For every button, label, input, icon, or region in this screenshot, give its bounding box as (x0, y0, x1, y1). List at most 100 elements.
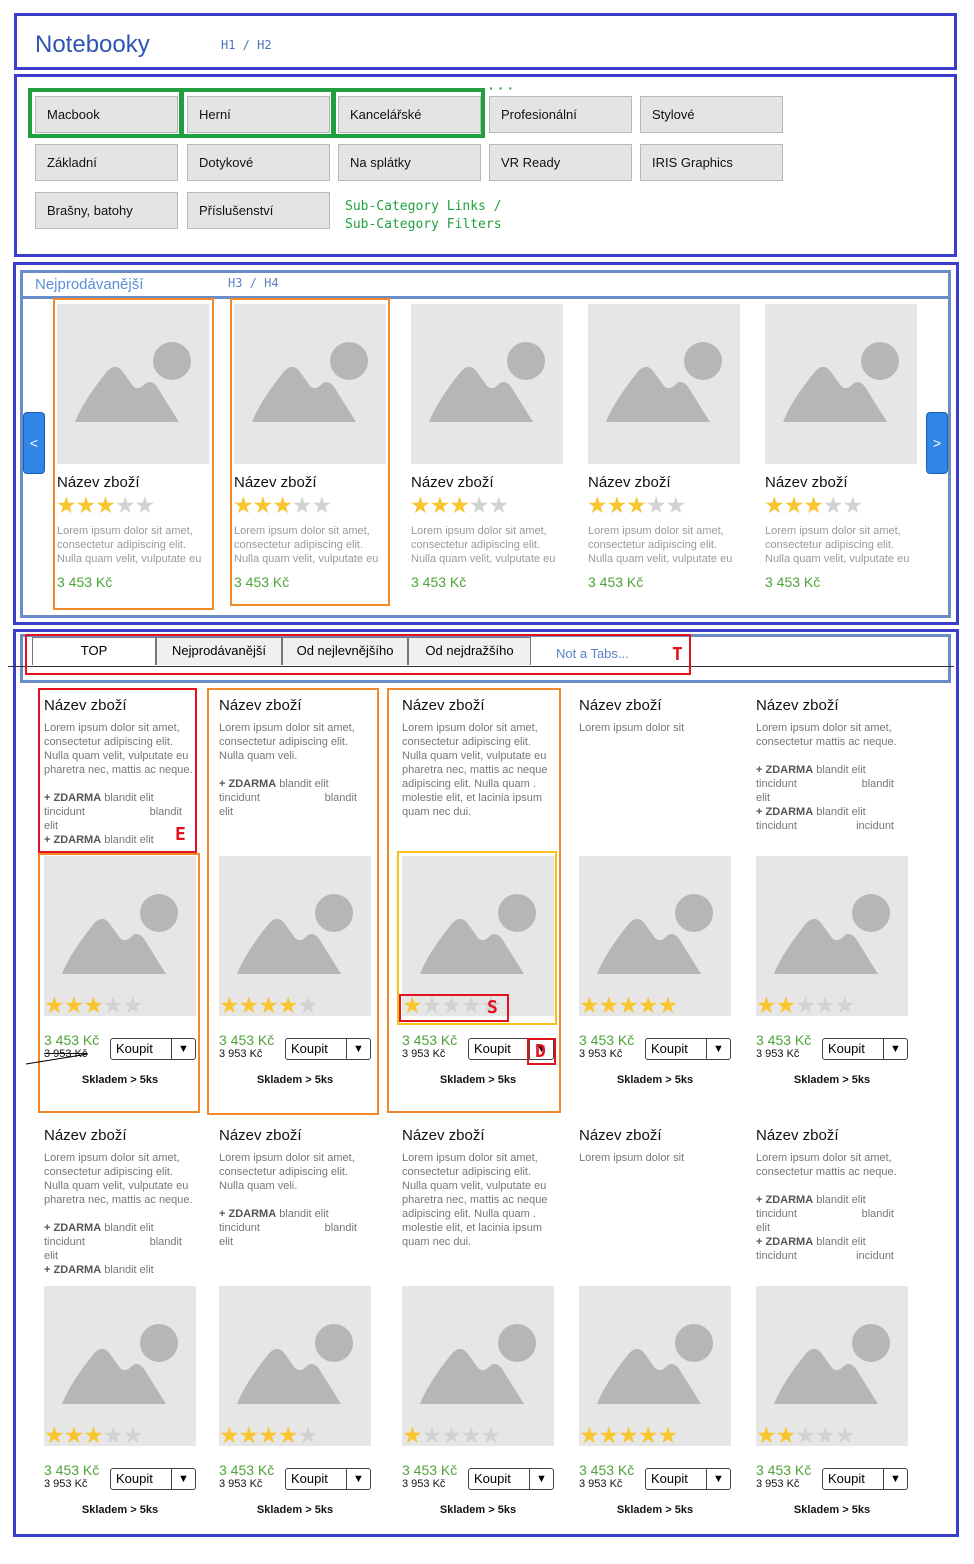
arrow-annotation (25, 1053, 89, 1065)
extra-text: tincidunt (219, 1222, 260, 1234)
buy-select[interactable]: Koupit ▼ (468, 1468, 554, 1490)
star-icon: ★ (441, 1422, 462, 1448)
bestsellers-title: Nejprodávanější (35, 276, 144, 293)
buy-label: Koupit (651, 1041, 688, 1056)
star-icon: ★ (44, 1422, 65, 1448)
product-extra: tincidunt incidunt (756, 1249, 906, 1263)
category-link[interactable]: Stylové (640, 96, 783, 133)
product-description: Nulla quam veli. (219, 1180, 298, 1192)
category-annotation-line2: Sub-Category Filters (345, 217, 502, 232)
card-highlight-2 (230, 298, 390, 606)
extra-text: blandit elit (101, 1264, 154, 1276)
product-name[interactable]: Název zboží (579, 697, 662, 714)
product-image[interactable] (588, 304, 740, 464)
buy-select[interactable]: Koupit ▼ (822, 1468, 908, 1490)
product-description: Lorem ipsum dolor sit amet, (765, 525, 901, 537)
extra-highlight: + ZDARMA (44, 1264, 102, 1276)
category-link[interactable]: Profesionální (489, 96, 632, 133)
buy-select[interactable]: Koupit ▼ (645, 1038, 731, 1060)
star-icon: ★ (297, 1422, 319, 1448)
category-annotation-line1: Sub-Category Links / (345, 199, 502, 214)
category-link[interactable]: Na splátky (338, 144, 481, 181)
carousel-next-button[interactable]: > (926, 412, 948, 474)
product-name[interactable]: Název zboží (579, 1127, 662, 1144)
product-description: consectetur adipiscing elit. (411, 539, 541, 551)
category-link[interactable]: Dotykové (187, 144, 330, 181)
product-name[interactable]: Název zboží (44, 1127, 127, 1144)
star-icon: ★ (665, 492, 687, 518)
extra-highlight: + ZDARMA (44, 1222, 102, 1234)
product-price: 3 453 Kč (44, 1462, 100, 1478)
card-highlight-1 (53, 298, 214, 610)
chevron-down-icon[interactable]: ▼ (883, 1039, 907, 1059)
product-name[interactable]: Název zboží (765, 474, 848, 491)
product-extra: + ZDARMA blandit elit (756, 763, 906, 777)
product-extra: + ZDARMA blandit elit (756, 1235, 906, 1249)
category-link[interactable]: VR Ready (489, 144, 632, 181)
buy-label: Koupit (291, 1471, 328, 1486)
buy-select[interactable]: Koupit ▼ (822, 1038, 908, 1060)
star-icon: ★ (626, 492, 647, 518)
chevron-down-icon[interactable]: ▼ (346, 1469, 370, 1489)
tabs-highlight (25, 634, 691, 675)
extra-highlight: + ZDARMA (756, 764, 814, 776)
category-link[interactable]: Brašny, batohy (35, 192, 178, 229)
buy-label: Koupit (651, 1471, 688, 1486)
extra-text: elit (44, 1250, 59, 1262)
star-icon: ★ (63, 1422, 85, 1448)
extra-text: blandit elit (276, 1208, 329, 1220)
stock-status: Skladem > 5ks (439, 1504, 517, 1516)
product-description: consectetur adipiscing elit. (44, 1166, 174, 1178)
product-image[interactable] (765, 304, 917, 464)
product-description: Nulla quam velit, vulputate eu (402, 1180, 547, 1192)
product-extra: tincidunt blandit (219, 1221, 369, 1235)
category-link[interactable]: Příslušenství (187, 192, 330, 229)
category-link[interactable]: IRIS Graphics (640, 144, 783, 181)
product-name[interactable]: Název zboží (411, 474, 494, 491)
star-icon: ★ (834, 1422, 856, 1448)
rating-stars: ★★★★★ (44, 1422, 143, 1448)
stock-status: Skladem > 5ks (616, 1074, 694, 1086)
buy-select[interactable]: Koupit ▼ (285, 1468, 371, 1490)
carousel-prev-button[interactable]: < (23, 412, 45, 474)
extra-text: blandit (861, 778, 894, 790)
product-name[interactable]: Název zboží (756, 697, 839, 714)
product-name[interactable]: Název zboží (588, 474, 671, 491)
product-name[interactable]: Název zboží (756, 1127, 839, 1144)
chevron-down-icon[interactable]: ▼ (706, 1469, 730, 1489)
product-price: 3 453 Kč (756, 1462, 812, 1478)
chevron-down-icon[interactable]: ▼ (529, 1469, 553, 1489)
chevron-down-icon[interactable]: ▼ (883, 1469, 907, 1489)
old-price: 3 953 Kč (44, 1478, 88, 1490)
buy-select[interactable]: Koupit ▼ (645, 1468, 731, 1490)
bestsellers-header-frame (20, 270, 951, 299)
header-frame (14, 13, 957, 70)
extra-text: tincidunt (756, 778, 797, 790)
extra-text: blandit (149, 1236, 182, 1248)
highlight-herni (180, 88, 335, 138)
extra-text: tincidunt (44, 1236, 85, 1248)
extra-text: elit (756, 792, 771, 804)
stock-status: Skladem > 5ks (793, 1074, 871, 1086)
star-icon: ★ (606, 492, 628, 518)
chevron-down-icon[interactable]: ▼ (706, 1039, 730, 1059)
category-link[interactable]: Základní (35, 144, 178, 181)
old-price: 3 953 Kč (579, 1478, 623, 1490)
stock-status: Skladem > 5ks (793, 1504, 871, 1516)
product-name[interactable]: Název zboží (402, 1127, 485, 1144)
description-highlight (38, 688, 197, 853)
product-extra: tincidunt blandit (756, 777, 906, 791)
star-icon: ★ (814, 992, 836, 1018)
star-icon: ★ (783, 492, 805, 518)
product-image[interactable] (411, 304, 563, 464)
buy-select[interactable]: Koupit ▼ (110, 1468, 196, 1490)
product-name[interactable]: Název zboží (219, 1127, 302, 1144)
extra-text: blandit elit (813, 1194, 866, 1206)
star-icon: ★ (429, 492, 451, 518)
extra-text: blandit elit (101, 1222, 154, 1234)
product-extra: elit (44, 1249, 194, 1263)
chevron-down-icon[interactable]: ▼ (171, 1469, 195, 1489)
product-description: consectetur adipiscing elit. (402, 1166, 532, 1178)
product-description: Lorem ipsum dolor sit (579, 722, 685, 734)
star-icon: ★ (657, 992, 679, 1018)
